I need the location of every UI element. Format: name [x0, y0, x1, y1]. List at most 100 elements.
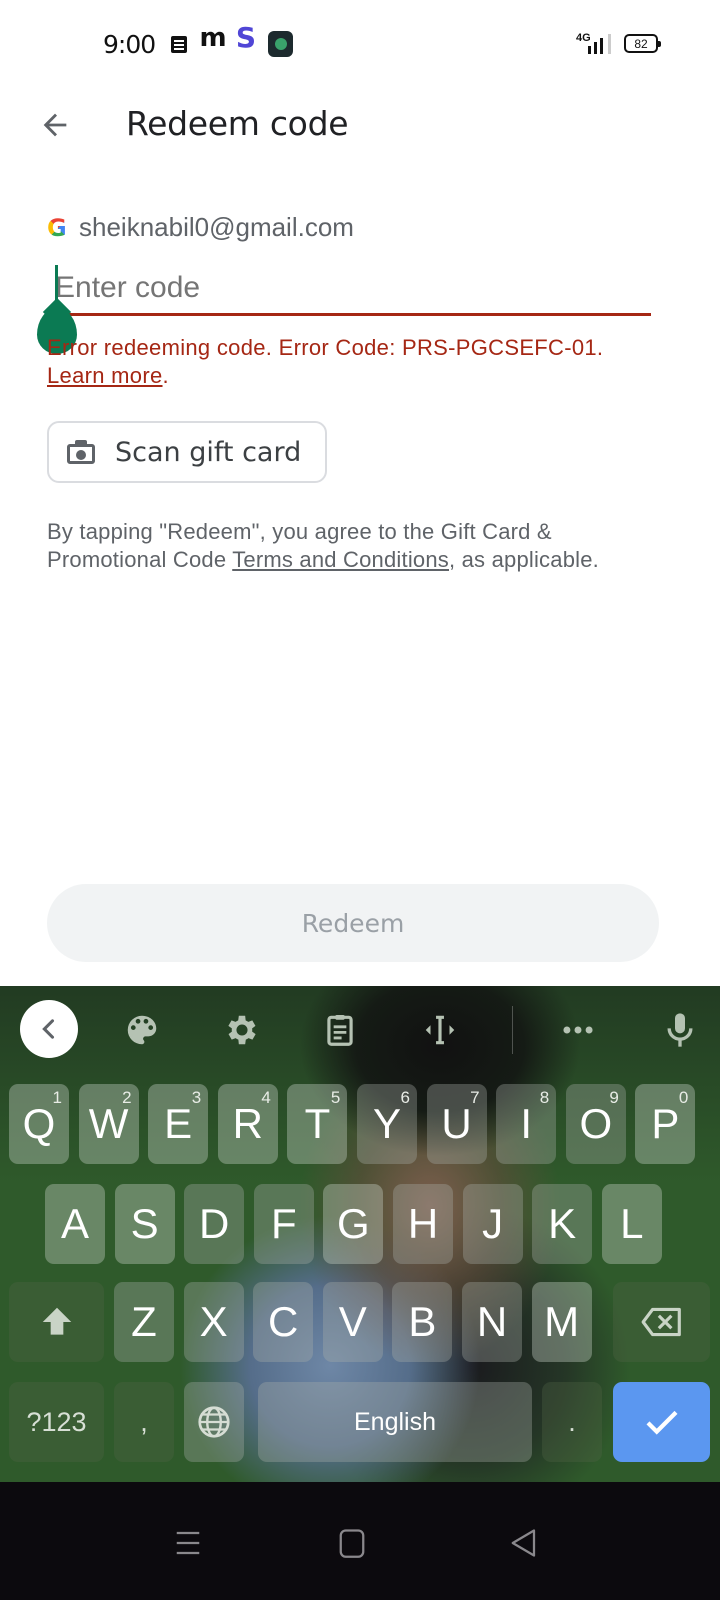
key-hint: 4: [261, 1088, 271, 1107]
chevron-left-icon: [42, 1019, 55, 1039]
key-o[interactable]: O9: [565, 1084, 626, 1164]
key-n[interactable]: N: [462, 1282, 522, 1362]
key-k[interactable]: K: [532, 1184, 593, 1264]
key-x[interactable]: X: [183, 1282, 244, 1362]
backspace-icon: [641, 1307, 681, 1337]
key-t[interactable]: T5: [287, 1084, 348, 1164]
comma-key[interactable]: ,: [114, 1382, 174, 1462]
signal-icon: 4G: [574, 32, 614, 54]
key-a[interactable]: A: [45, 1184, 105, 1264]
key-label: .: [568, 1406, 576, 1437]
key-label: O: [579, 1100, 613, 1147]
key-hint: 7: [470, 1088, 480, 1107]
status-bar: 9:00 m S 4G 82: [0, 0, 720, 90]
more-icon: [563, 1026, 593, 1034]
key-label: B: [408, 1298, 437, 1345]
symbols-key[interactable]: ?123: [9, 1382, 104, 1462]
voice-input-button[interactable]: [650, 1000, 710, 1060]
settings-button[interactable]: [212, 1000, 272, 1060]
key-label: N: [476, 1298, 508, 1345]
key-l[interactable]: L: [601, 1184, 662, 1264]
more-button[interactable]: [548, 1000, 608, 1060]
camera-icon: [67, 440, 95, 464]
navigation-bar: [0, 1482, 720, 1600]
key-label: U: [441, 1100, 472, 1147]
back-button[interactable]: [30, 100, 80, 150]
battery-icon: 82: [624, 34, 661, 53]
key-label: K: [548, 1200, 577, 1247]
toolbar-divider: [512, 1006, 513, 1054]
account-row: G sheiknabil0@gmail.com: [47, 212, 354, 243]
key-f[interactable]: F: [253, 1184, 314, 1264]
key-i[interactable]: I8: [496, 1084, 557, 1164]
checkmark-icon: [646, 1410, 677, 1435]
key-hint: 8: [539, 1088, 550, 1107]
microphone-icon: [667, 1013, 693, 1047]
key-label: F: [270, 1200, 297, 1247]
cursor-control-button[interactable]: [410, 1000, 470, 1060]
key-m[interactable]: M: [531, 1282, 592, 1362]
error-text: Error redeeming code. Error Code: PRS-PG…: [47, 335, 604, 360]
key-label: R: [232, 1100, 263, 1147]
code-input[interactable]: [55, 262, 651, 313]
key-e[interactable]: E3: [148, 1084, 209, 1164]
key-u[interactable]: U7: [426, 1084, 487, 1164]
key-c[interactable]: C: [253, 1282, 314, 1362]
key-label: G: [337, 1200, 370, 1247]
enter-key[interactable]: [613, 1382, 710, 1462]
space-key[interactable]: English: [258, 1382, 532, 1462]
key-g[interactable]: G: [323, 1184, 384, 1264]
key-label: Q: [22, 1100, 56, 1147]
keyboard-toolbar: [0, 986, 720, 1072]
account-email: sheiknabil0@gmail.com: [79, 212, 354, 242]
key-label: J: [482, 1200, 504, 1247]
key-label: A: [60, 1200, 89, 1247]
key-j[interactable]: J: [462, 1184, 523, 1264]
key-hint: 9: [609, 1088, 619, 1107]
key-label: P: [651, 1100, 680, 1147]
key-hint: 3: [191, 1088, 202, 1107]
key-s[interactable]: S: [114, 1184, 175, 1264]
terms-link[interactable]: Terms and Conditions: [232, 547, 449, 572]
cursor-move-icon: [425, 1015, 455, 1045]
recents-icon: [176, 1531, 200, 1555]
home-button[interactable]: [322, 1518, 382, 1568]
key-label: L: [620, 1200, 644, 1247]
key-y[interactable]: Y6: [357, 1084, 417, 1164]
key-z[interactable]: Z: [114, 1282, 174, 1362]
clipboard-button[interactable]: [310, 1000, 370, 1060]
key-label: English: [354, 1407, 436, 1436]
key-label: Y: [372, 1100, 401, 1147]
recents-button[interactable]: [158, 1518, 218, 1568]
key-hint: 0: [678, 1088, 689, 1107]
key-h[interactable]: H: [393, 1184, 453, 1264]
arrow-left-icon: [43, 113, 67, 137]
key-r[interactable]: R4: [217, 1084, 278, 1164]
scan-gift-card-button[interactable]: Scan gift card: [47, 421, 327, 483]
key-b[interactable]: B: [392, 1282, 453, 1362]
shift-key[interactable]: [9, 1282, 104, 1362]
keyboard: Q 1 W 2 E 3 R 4 T 5 Y 6 U 7 I 8 O 9 P 0 A S D F G H J K L Z X C V B N M ?123…: [0, 986, 720, 1482]
language-key[interactable]: [184, 1382, 244, 1462]
period-key[interactable]: .: [542, 1382, 602, 1462]
theme-button[interactable]: [112, 1000, 172, 1060]
collapse-toolbar-button[interactable]: [20, 1000, 78, 1058]
backspace-key[interactable]: [613, 1282, 710, 1362]
key-v[interactable]: V: [322, 1282, 383, 1362]
key-d[interactable]: D: [184, 1184, 245, 1264]
key-label: H: [407, 1200, 439, 1247]
key-label: Z: [131, 1298, 157, 1345]
system-back-button[interactable]: [494, 1518, 554, 1568]
shield-app-icon: [268, 31, 293, 57]
key-q[interactable]: Q1: [9, 1084, 69, 1164]
key-hint: 6: [400, 1088, 410, 1107]
key-p[interactable]: P0: [635, 1084, 696, 1164]
key-w[interactable]: W2: [78, 1084, 139, 1164]
key-hint: 5: [330, 1088, 341, 1107]
s-app-icon: S: [235, 20, 257, 54]
learn-more-link[interactable]: Learn more: [47, 363, 163, 388]
redeem-button[interactable]: Redeem: [47, 884, 659, 962]
key-label: I: [520, 1100, 533, 1147]
code-input-container: [55, 262, 651, 316]
shift-icon: [42, 1307, 71, 1335]
